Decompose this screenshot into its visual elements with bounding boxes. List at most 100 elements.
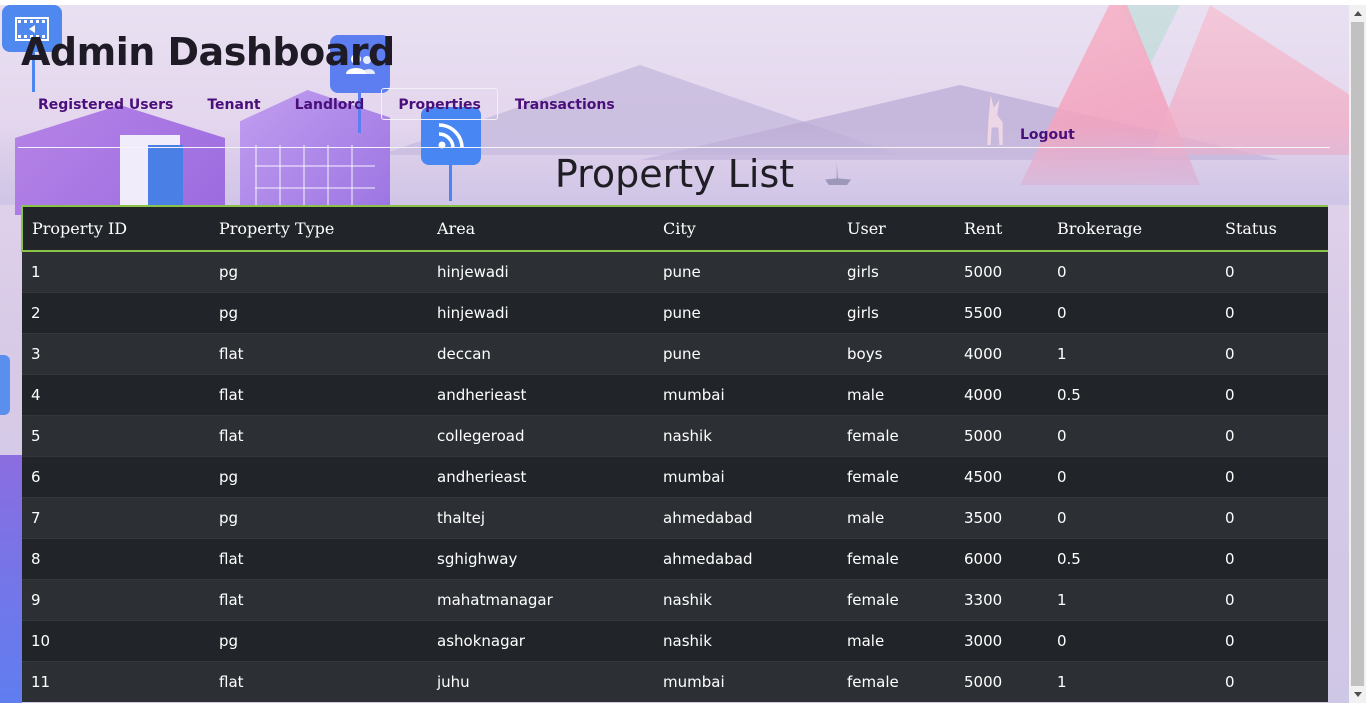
- table-cell: female: [838, 578, 955, 620]
- table-cell: 0: [1216, 250, 1328, 292]
- table-cell: flat: [210, 373, 428, 415]
- table-cell: boys: [838, 332, 955, 374]
- table-header-row: Property ID Property Type Area City User…: [21, 205, 1328, 252]
- column-header: Property Type: [210, 205, 428, 252]
- table-cell: 1: [22, 250, 210, 292]
- page-header-title: Admin Dashboard: [21, 30, 395, 74]
- table-cell: male: [838, 496, 955, 538]
- column-header: City: [654, 205, 838, 252]
- table-cell: 5000: [955, 250, 1048, 292]
- table-cell: thaltej: [428, 496, 654, 538]
- table-row: 8 flat sghighway ahmedabad female 6000 0.5 0: [22, 537, 1328, 579]
- table-cell: male: [838, 619, 955, 661]
- table-row: 2 pg hinjewadi pune girls 5500 0 0: [22, 291, 1328, 333]
- table-cell: female: [838, 455, 955, 497]
- table-cell: hinjewadi: [428, 291, 654, 333]
- table-cell: 1: [1048, 332, 1216, 374]
- table-row: 6 pg andherieast mumbai female 4500 0 0: [22, 455, 1328, 497]
- table-cell: 5000: [955, 414, 1048, 456]
- table-row: 1 pg hinjewadi pune girls 5000 0 0: [22, 250, 1328, 292]
- table-cell: pune: [654, 332, 838, 374]
- table-cell: pune: [654, 250, 838, 292]
- table-cell: ahmedabad: [654, 537, 838, 579]
- table-cell: 0: [1048, 496, 1216, 538]
- table-cell: 0: [1216, 660, 1328, 702]
- table-cell: 3500: [955, 496, 1048, 538]
- table-cell: flat: [210, 414, 428, 456]
- logout-link[interactable]: Logout: [1006, 121, 1089, 149]
- header-divider: [18, 147, 1330, 148]
- table-cell: pg: [210, 250, 428, 292]
- table-cell: 0.5: [1048, 373, 1216, 415]
- table-cell: mahatmanagar: [428, 578, 654, 620]
- column-header: User: [838, 205, 955, 252]
- table-cell: 0: [1216, 496, 1328, 538]
- nav-transactions[interactable]: Transactions: [498, 88, 632, 120]
- table-cell: 3300: [955, 578, 1048, 620]
- table-cell: collegeroad: [428, 414, 654, 456]
- column-header: Brokerage: [1048, 205, 1216, 252]
- nav-landlord[interactable]: Landlord: [278, 88, 382, 120]
- table-cell: hinjewadi: [428, 250, 654, 292]
- table-cell: 0: [1216, 619, 1328, 661]
- table-cell: 0: [1216, 291, 1328, 333]
- table-cell: 0: [1216, 455, 1328, 497]
- table-cell: mumbai: [654, 373, 838, 415]
- table-cell: 0: [1048, 414, 1216, 456]
- scrollbar-thumb[interactable]: [1351, 22, 1364, 686]
- table-cell: 4000: [955, 373, 1048, 415]
- table-cell: 0.5: [1048, 537, 1216, 579]
- table-row: 9 flat mahatmanagar nashik female 3300 1 0: [22, 578, 1328, 620]
- table-cell: flat: [210, 537, 428, 579]
- table-cell: 9: [22, 578, 210, 620]
- table-cell: 4000: [955, 332, 1048, 374]
- table-cell: 3000: [955, 619, 1048, 661]
- table-row: 3 flat deccan pune boys 4000 1 0: [22, 332, 1328, 374]
- table-cell: ahmedabad: [654, 496, 838, 538]
- table-cell: 0: [1048, 455, 1216, 497]
- table-cell: flat: [210, 660, 428, 702]
- table-cell: 2: [22, 291, 210, 333]
- table-cell: 0: [1048, 619, 1216, 661]
- table-cell: pune: [654, 291, 838, 333]
- table-cell: 6000: [955, 537, 1048, 579]
- table-cell: 0: [1048, 291, 1216, 333]
- section-title: Property List: [554, 152, 795, 196]
- column-header: Rent: [955, 205, 1048, 252]
- table-cell: flat: [210, 578, 428, 620]
- table-cell: female: [838, 414, 955, 456]
- table-cell: pg: [210, 291, 428, 333]
- scroll-down-arrow[interactable]: [1349, 686, 1366, 703]
- property-table: Property ID Property Type Area City User…: [21, 205, 1328, 702]
- table-cell: sghighway: [428, 537, 654, 579]
- table-cell: 4: [22, 373, 210, 415]
- table-cell: 0: [1216, 414, 1328, 456]
- column-header: Property ID: [21, 205, 210, 252]
- column-header: Area: [428, 205, 654, 252]
- table-cell: pg: [210, 619, 428, 661]
- table-cell: mumbai: [654, 455, 838, 497]
- table-cell: nashik: [654, 578, 838, 620]
- table-row: 10 pg ashoknagar nashik male 3000 0 0: [22, 619, 1328, 661]
- table-cell: 6: [22, 455, 210, 497]
- table-cell: andherieast: [428, 455, 654, 497]
- table-cell: andherieast: [428, 373, 654, 415]
- nav-tenant[interactable]: Tenant: [190, 88, 277, 120]
- table-cell: deccan: [428, 332, 654, 374]
- nav-properties[interactable]: Properties: [381, 88, 498, 120]
- table-row: 11 flat juhu mumbai female 5000 1 0: [22, 660, 1328, 702]
- table-cell: 0: [1216, 332, 1328, 374]
- table-cell: 3: [22, 332, 210, 374]
- table-cell: 5500: [955, 291, 1048, 333]
- table-row: 5 flat collegeroad nashik female 5000 0 0: [22, 414, 1328, 456]
- table-cell: 11: [22, 660, 210, 702]
- nav-registered-users[interactable]: Registered Users: [21, 88, 190, 120]
- scroll-up-arrow[interactable]: [1349, 5, 1366, 22]
- table-cell: female: [838, 660, 955, 702]
- table-cell: ashoknagar: [428, 619, 654, 661]
- table-cell: 4500: [955, 455, 1048, 497]
- table-cell: 5: [22, 414, 210, 456]
- table-cell: pg: [210, 496, 428, 538]
- table-cell: pg: [210, 455, 428, 497]
- table-cell: 0: [1216, 373, 1328, 415]
